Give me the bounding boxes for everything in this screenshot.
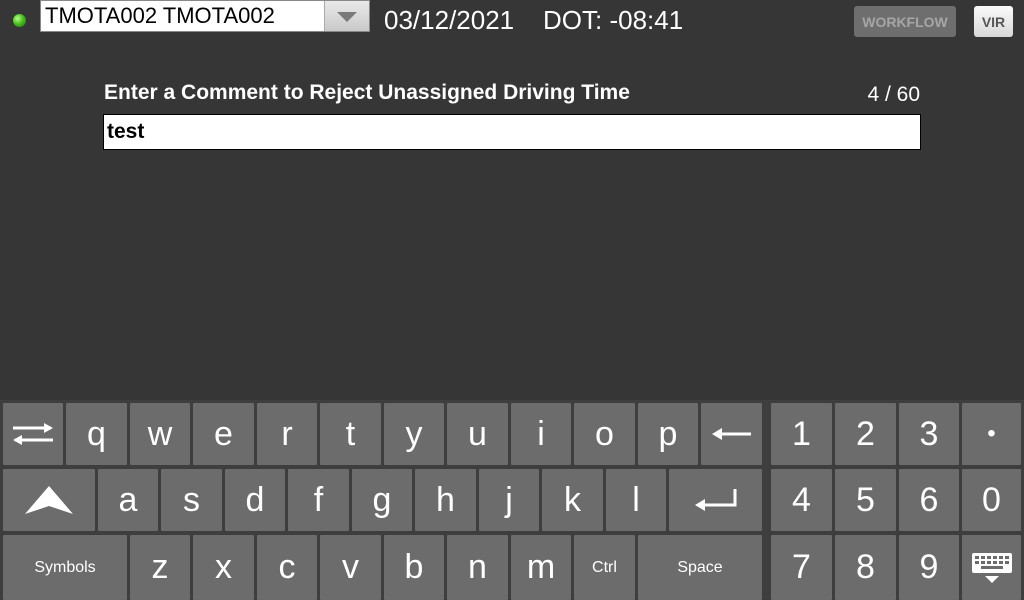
key-o[interactable]: o bbox=[574, 403, 635, 465]
key-l[interactable]: l bbox=[606, 469, 666, 531]
hide-keyboard-icon bbox=[971, 552, 1012, 583]
key-6[interactable]: 6 bbox=[899, 469, 959, 531]
key-1[interactable]: 1 bbox=[771, 403, 832, 465]
key-y[interactable]: y bbox=[384, 403, 444, 465]
symbols-key[interactable]: Symbols bbox=[3, 535, 127, 600]
key-u[interactable]: u bbox=[447, 403, 508, 465]
key-e[interactable]: e bbox=[193, 403, 254, 465]
key-z[interactable]: z bbox=[130, 535, 190, 600]
key-h[interactable]: h bbox=[415, 469, 476, 531]
comment-prompt-label: Enter a Comment to Reject Unassigned Dri… bbox=[104, 81, 630, 104]
key-7[interactable]: 7 bbox=[771, 535, 832, 600]
backspace-key[interactable] bbox=[701, 403, 762, 465]
key-n[interactable]: n bbox=[447, 535, 508, 600]
on-screen-keyboard: q w e r t y u i o p a s d f g h j k l Sy… bbox=[0, 400, 1024, 600]
vir-button[interactable]: VIR bbox=[974, 6, 1013, 37]
dot-clock: DOT: -08:41 bbox=[543, 5, 684, 35]
shift-key[interactable] bbox=[3, 469, 95, 531]
key-t[interactable]: t bbox=[320, 403, 381, 465]
backspace-icon bbox=[711, 428, 751, 440]
driver-select-value: TMOTA002 TMOTA002 bbox=[45, 3, 275, 28]
key-p[interactable]: p bbox=[638, 403, 698, 465]
key-5[interactable]: 5 bbox=[835, 469, 896, 531]
driver-select[interactable]: TMOTA002 TMOTA002 bbox=[40, 0, 370, 32]
shift-icon bbox=[25, 486, 73, 514]
key-i[interactable]: i bbox=[511, 403, 571, 465]
comment-input[interactable] bbox=[103, 114, 921, 150]
key-w[interactable]: w bbox=[130, 403, 190, 465]
char-counter: 4 / 60 bbox=[867, 83, 920, 106]
key-g[interactable]: g bbox=[352, 469, 412, 531]
current-date: 03/12/2021 bbox=[384, 5, 515, 35]
key-4[interactable]: 4 bbox=[771, 469, 832, 531]
key-j[interactable]: j bbox=[479, 469, 539, 531]
status-dot-icon bbox=[13, 14, 26, 27]
key-k[interactable]: k bbox=[542, 469, 603, 531]
key-c[interactable]: c bbox=[257, 535, 317, 600]
key-r[interactable]: r bbox=[257, 403, 317, 465]
key-3[interactable]: 3 bbox=[899, 403, 959, 465]
key-9[interactable]: 9 bbox=[899, 535, 959, 600]
key-x[interactable]: x bbox=[193, 535, 254, 600]
key-m[interactable]: m bbox=[511, 535, 571, 600]
key-decimal[interactable]: • bbox=[962, 403, 1021, 465]
space-key[interactable]: Space bbox=[638, 535, 762, 600]
key-2[interactable]: 2 bbox=[835, 403, 896, 465]
chevron-down-icon[interactable] bbox=[324, 1, 369, 31]
key-d[interactable]: d bbox=[225, 469, 285, 531]
key-s[interactable]: s bbox=[161, 469, 222, 531]
tab-key[interactable] bbox=[3, 403, 63, 465]
key-f[interactable]: f bbox=[288, 469, 349, 531]
top-bar: TMOTA002 TMOTA002 03/12/2021 DOT: -08:41… bbox=[0, 0, 1024, 40]
workflow-button[interactable]: WORKFLOW bbox=[854, 6, 956, 37]
key-q[interactable]: q bbox=[66, 403, 127, 465]
tab-arrows-icon bbox=[13, 423, 53, 445]
key-8[interactable]: 8 bbox=[835, 535, 896, 600]
key-0[interactable]: 0 bbox=[962, 469, 1021, 531]
enter-icon bbox=[694, 489, 736, 511]
enter-key[interactable] bbox=[669, 469, 762, 531]
key-a[interactable]: a bbox=[98, 469, 158, 531]
ctrl-key[interactable]: Ctrl bbox=[574, 535, 635, 600]
hide-keyboard-key[interactable] bbox=[962, 535, 1021, 600]
key-b[interactable]: b bbox=[384, 535, 444, 600]
key-v[interactable]: v bbox=[320, 535, 381, 600]
